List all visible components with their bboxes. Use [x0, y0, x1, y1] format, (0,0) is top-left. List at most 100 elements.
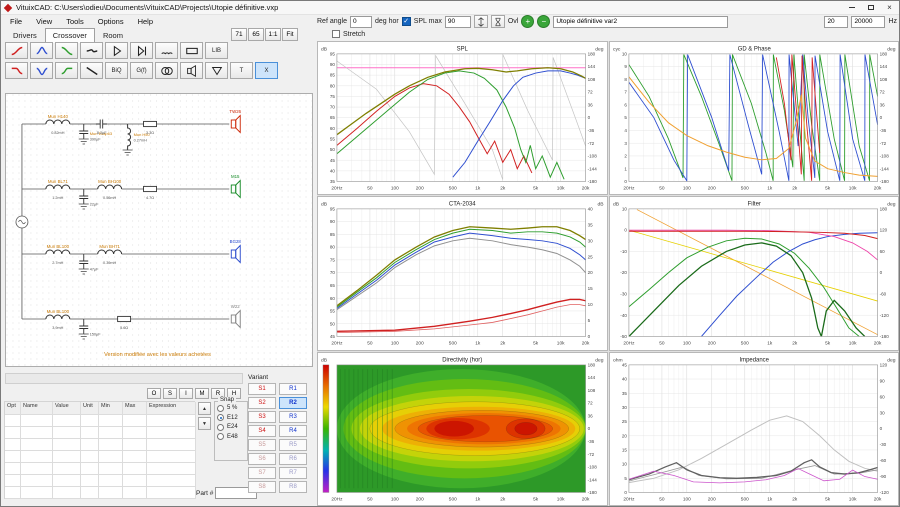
snap-label: Snap	[218, 397, 236, 403]
axis-step-button[interactable]	[474, 15, 488, 28]
table-row[interactable]	[5, 427, 195, 439]
snap-option-e24[interactable]: E24	[217, 424, 245, 431]
move-up-button[interactable]: ▲	[198, 402, 211, 415]
svg-text:-180: -180	[588, 179, 598, 184]
snap-option-5[interactable]: 5 %	[217, 405, 245, 412]
filter-red-button[interactable]	[5, 62, 28, 79]
menu-view[interactable]: View	[29, 16, 59, 27]
svg-text:Mun BL71: Mun BL71	[48, 179, 68, 184]
freq-min-input[interactable]	[824, 16, 848, 28]
stretch-checkbox[interactable]: Stretch	[332, 30, 365, 38]
filter-black-button[interactable]	[80, 62, 103, 79]
run-step-button[interactable]	[130, 42, 153, 59]
delay-button[interactable]	[491, 15, 505, 28]
schematic-hscrollbar[interactable]	[5, 373, 243, 384]
attenuator-icon	[209, 64, 225, 78]
table-row[interactable]	[5, 439, 195, 451]
zoom-71-button[interactable]: 71	[231, 28, 247, 41]
schematic-canvas[interactable]: Mun H1400.82mHMun Ecap63390µF8.2µFMun H5…	[5, 93, 313, 367]
variant-s1-button[interactable]: S1	[248, 383, 276, 395]
transformer-button[interactable]	[155, 62, 178, 79]
variant-s6-button[interactable]: S6	[248, 453, 276, 465]
opt-o-button[interactable]: O	[147, 388, 161, 399]
spl-max-checkbox[interactable]: ✓	[402, 17, 411, 26]
table-row[interactable]	[5, 487, 195, 499]
zoom-65-button[interactable]: 65	[248, 28, 264, 41]
opt-s-button[interactable]: S	[163, 388, 177, 399]
driver-button[interactable]	[180, 62, 203, 79]
variant-s7-button[interactable]: S7	[248, 467, 276, 479]
move-down-button[interactable]: ▼	[198, 417, 211, 430]
resistor-button[interactable]	[180, 42, 203, 59]
variant-rows: S1R1S2R2S3R3S4R4S5R5S6R6S7R7S8R8	[248, 383, 314, 493]
minimize-button[interactable]	[842, 1, 861, 14]
remove-variant-button[interactable]: −	[537, 15, 550, 28]
svg-text:1k: 1k	[767, 341, 773, 347]
attenuator-button[interactable]	[205, 62, 228, 79]
gf-button[interactable]: G(f)	[130, 62, 153, 79]
app-icon	[4, 3, 12, 11]
tab-room[interactable]: Room	[95, 28, 131, 43]
svg-text:50: 50	[659, 496, 665, 502]
ref-angle-input[interactable]	[350, 16, 372, 28]
close-button[interactable]: ×	[880, 1, 899, 14]
zoom-fit-button[interactable]: Fit	[282, 28, 298, 41]
biq-button[interactable]: BiQ	[105, 62, 128, 79]
variant-r3-button[interactable]: R3	[279, 411, 307, 423]
transfer-red-button[interactable]	[5, 42, 28, 59]
zoom-11-button[interactable]: 1:1	[265, 28, 281, 41]
transfer-green-button[interactable]	[55, 42, 78, 59]
add-variant-button[interactable]: +	[521, 15, 534, 28]
lib-button[interactable]: LIB	[205, 42, 228, 59]
variant-r2-button[interactable]: R2	[279, 397, 307, 409]
maximize-button[interactable]	[861, 1, 880, 14]
snap-option-e48[interactable]: E48	[217, 433, 245, 440]
svg-text:200: 200	[416, 496, 424, 502]
x-button[interactable]: X	[255, 62, 278, 79]
menu-file[interactable]: File	[3, 16, 29, 27]
freq-max-input[interactable]	[851, 16, 885, 28]
resistor-symbol[interactable]	[144, 121, 157, 126]
table-row[interactable]	[5, 415, 195, 427]
menu-help[interactable]: Help	[131, 16, 160, 27]
spl-max-input[interactable]	[445, 16, 471, 28]
variant-s3-button[interactable]: S3	[248, 411, 276, 423]
variant-name-input[interactable]	[553, 16, 728, 28]
variant-r7-button[interactable]: R7	[279, 467, 307, 479]
snap-options: 5 % E12 E24 E48	[215, 405, 247, 441]
inductor-button[interactable]	[155, 42, 178, 59]
svg-text:dB: dB	[597, 202, 604, 208]
transfer-blue-button[interactable]	[30, 42, 53, 59]
opt-m-button[interactable]: M	[195, 388, 209, 399]
resistor-symbol[interactable]	[118, 316, 131, 321]
variant-r4-button[interactable]: R4	[279, 425, 307, 437]
transfer-black-button[interactable]	[80, 42, 103, 59]
menu-options[interactable]: Options	[91, 16, 131, 27]
opt-i-button[interactable]: I	[179, 388, 193, 399]
tab-crossover[interactable]: Crossover	[45, 28, 95, 43]
variant-r5-button[interactable]: R5	[279, 439, 307, 451]
variant-s8-button[interactable]: S8	[248, 481, 276, 493]
variant-r8-button[interactable]: R8	[279, 481, 307, 493]
highshelf-curve-icon	[59, 64, 75, 78]
resistor-symbol[interactable]	[144, 186, 157, 191]
variant-r6-button[interactable]: R6	[279, 453, 307, 465]
filter-green-button[interactable]	[55, 62, 78, 79]
tab-drivers[interactable]: Drivers	[5, 28, 45, 43]
chart-toolbar: Ref angle deg hor ✓ SPL max Ovl + − Hz	[317, 14, 897, 29]
variant-s2-button[interactable]: S2	[248, 397, 276, 409]
t-button[interactable]: T	[230, 62, 253, 79]
svg-text:144: 144	[588, 375, 596, 380]
table-row[interactable]	[5, 463, 195, 475]
snap-option-e12[interactable]: E12	[217, 414, 245, 421]
menu-tools[interactable]: Tools	[59, 16, 91, 27]
table-row[interactable]	[5, 475, 195, 487]
variant-s5-button[interactable]: S5	[248, 439, 276, 451]
filter-blue-button[interactable]	[30, 62, 53, 79]
run-button[interactable]	[105, 42, 128, 59]
variant-s4-button[interactable]: S4	[248, 425, 276, 437]
table-row[interactable]	[5, 451, 195, 463]
svg-text:60: 60	[879, 249, 885, 254]
variant-r1-button[interactable]: R1	[279, 383, 307, 395]
notch-curve-icon	[34, 64, 50, 78]
